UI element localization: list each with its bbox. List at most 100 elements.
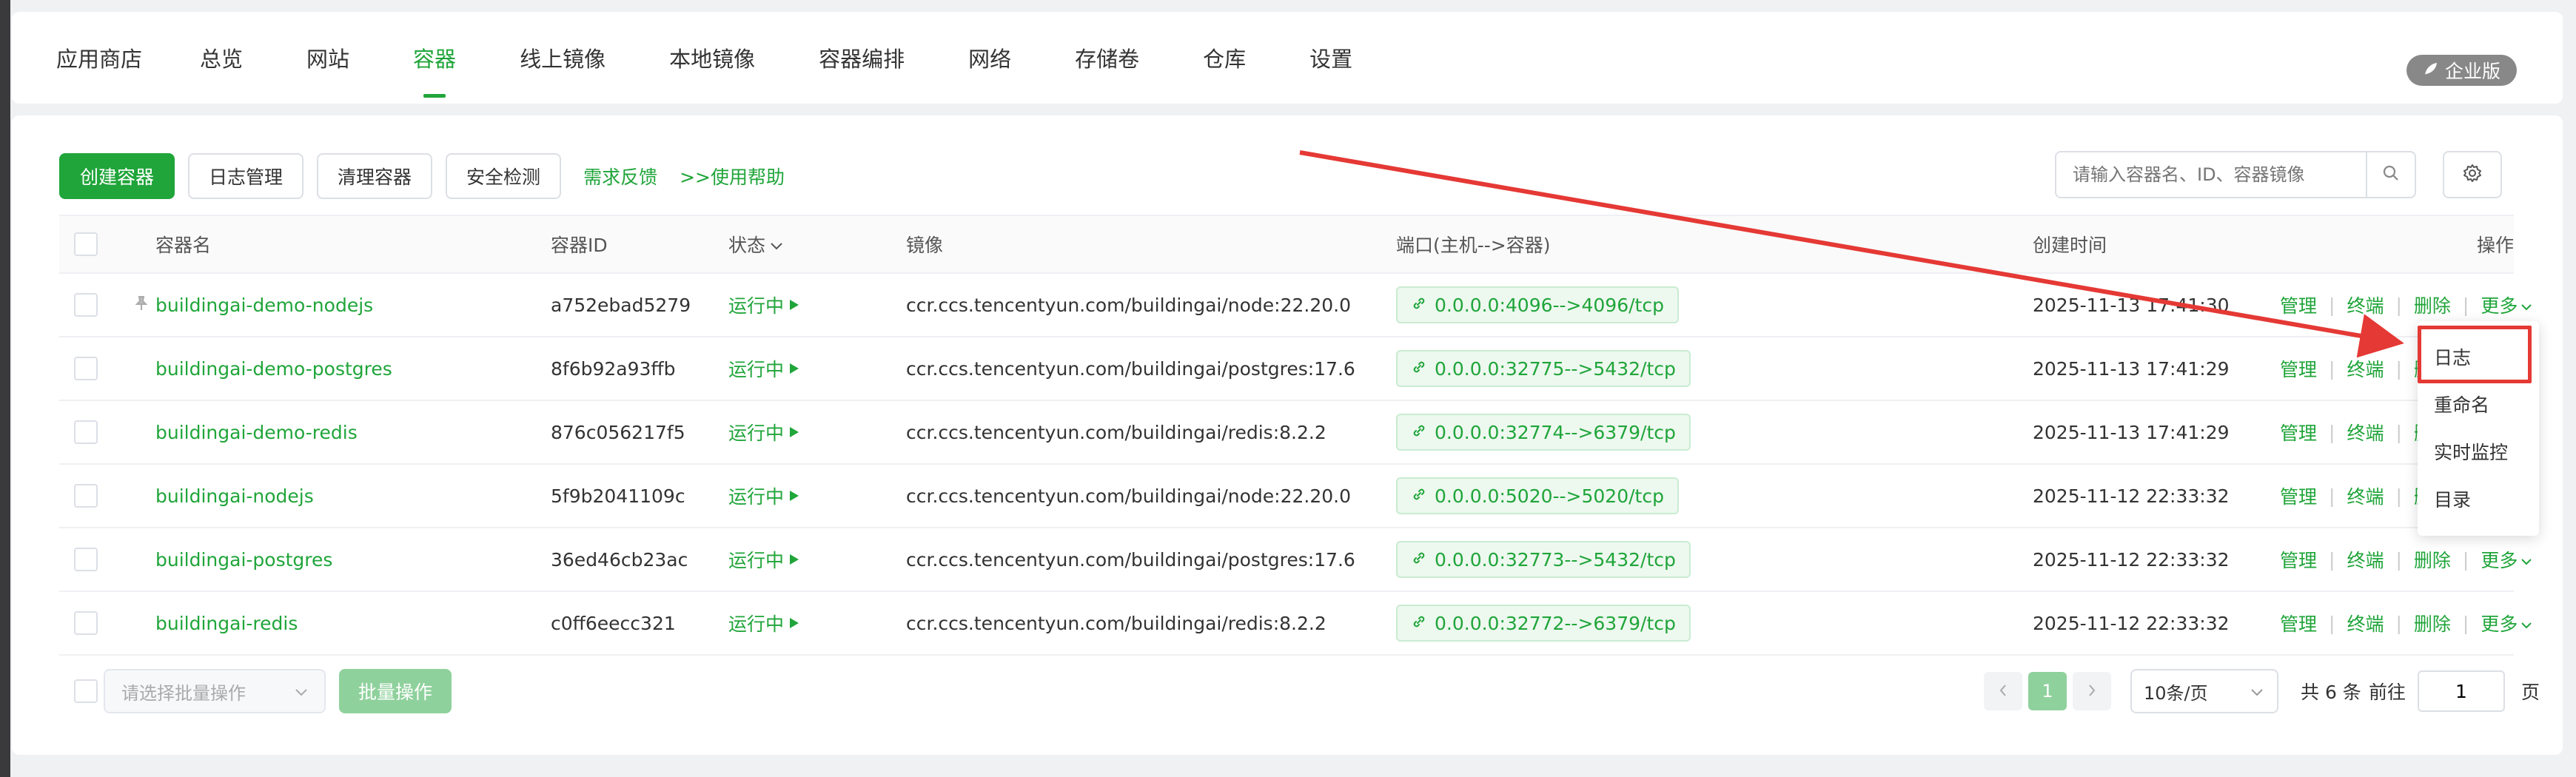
terminal-link[interactable]: 终端: [2347, 610, 2384, 636]
more-link[interactable]: 更多: [2481, 292, 2532, 318]
feedback-link[interactable]: 需求反馈: [583, 163, 657, 189]
next-page-button[interactable]: [2073, 672, 2111, 710]
manage-link[interactable]: 管理: [2280, 419, 2317, 445]
container-name[interactable]: buildingai-redis: [155, 592, 298, 654]
clean-container-button[interactable]: 清理容器: [317, 153, 433, 199]
terminal-link[interactable]: 终端: [2347, 292, 2384, 318]
prev-page-button[interactable]: [1984, 672, 2022, 710]
status-label: 运行中: [728, 295, 785, 317]
status-running[interactable]: 运行中: [728, 355, 800, 382]
batch-operation-select[interactable]: 请选择批量操作: [104, 669, 326, 713]
nav-app-store[interactable]: 应用商店: [56, 12, 142, 104]
row-checkbox[interactable]: [74, 548, 98, 571]
container-name[interactable]: buildingai-demo-redis: [155, 401, 358, 463]
manage-link[interactable]: 管理: [2280, 546, 2317, 573]
container-name[interactable]: buildingai-nodejs: [155, 465, 314, 527]
chevron-down-icon: [2520, 295, 2532, 316]
row-checkbox[interactable]: [74, 357, 98, 380]
container-id: 876c056217f5: [551, 421, 685, 443]
status-running[interactable]: 运行中: [728, 546, 800, 573]
manage-link[interactable]: 管理: [2280, 482, 2317, 509]
row-checkbox[interactable]: [74, 611, 98, 635]
separator: |: [2462, 548, 2469, 571]
create-container-button[interactable]: 创建容器: [59, 153, 175, 199]
port-tag[interactable]: 0.0.0.0:4096-->4096/tcp: [1396, 286, 1679, 323]
separator: |: [2329, 421, 2335, 443]
status-running[interactable]: 运行中: [728, 482, 800, 509]
nav-registry[interactable]: 仓库: [1203, 12, 1246, 104]
manage-link[interactable]: 管理: [2280, 610, 2317, 636]
page-size-select[interactable]: 10条/页: [2130, 669, 2278, 713]
enterprise-badge[interactable]: 企业版: [2406, 55, 2517, 86]
status-running[interactable]: 运行中: [728, 419, 800, 445]
status-running[interactable]: 运行中: [728, 292, 800, 318]
row-checkbox[interactable]: [74, 484, 98, 508]
batch-operation-button[interactable]: 批量操作: [339, 669, 452, 713]
header-status-label: 状态: [728, 235, 766, 256]
separator: |: [2462, 294, 2469, 316]
container-name[interactable]: buildingai-demo-nodejs: [155, 274, 373, 336]
created-time: 2025-11-13 17:41:30: [2033, 294, 2230, 316]
header-id: 容器ID: [551, 235, 608, 256]
delete-link[interactable]: 删除: [2414, 546, 2451, 573]
terminal-link[interactable]: 终端: [2347, 355, 2384, 382]
manage-link[interactable]: 管理: [2280, 292, 2317, 318]
nav-website[interactable]: 网站: [306, 12, 349, 104]
security-check-button[interactable]: 安全检测: [446, 153, 562, 199]
nav-online-images[interactable]: 线上镜像: [520, 12, 606, 104]
nav-compose[interactable]: 容器编排: [819, 12, 905, 104]
search-button[interactable]: [2366, 152, 2415, 197]
container-name[interactable]: buildingai-demo-postgres: [155, 337, 392, 400]
table-row: buildingai-demo-nodejs a752ebad5279 运行中 ccr…: [59, 274, 2532, 337]
container-name[interactable]: buildingai-postgres: [155, 528, 332, 591]
nav-local-images[interactable]: 本地镜像: [669, 12, 755, 104]
port-mapping: 0.0.0.0:32772-->6379/tcp: [1435, 612, 1676, 634]
row-checkbox[interactable]: [74, 420, 98, 444]
footer-select-all-checkbox[interactable]: [74, 679, 98, 703]
port-tag[interactable]: 0.0.0.0:32774-->6379/tcp: [1396, 414, 1691, 451]
nav-volumes[interactable]: 存储卷: [1075, 12, 1139, 104]
nav-container[interactable]: 容器: [413, 12, 456, 104]
port-tag[interactable]: 0.0.0.0:32772-->6379/tcp: [1396, 605, 1691, 642]
dropdown-item-monitor[interactable]: 实时监控: [2418, 429, 2539, 474]
separator: |: [2395, 485, 2402, 507]
play-icon: [788, 485, 800, 507]
chevron-down-icon: [295, 681, 308, 702]
nav-network[interactable]: 网络: [968, 12, 1011, 104]
more-link[interactable]: 更多: [2481, 610, 2532, 636]
log-management-button[interactable]: 日志管理: [188, 153, 304, 199]
separator: |: [2395, 421, 2402, 443]
gear-icon: [2461, 162, 2483, 187]
nav-settings[interactable]: 设置: [1309, 12, 1352, 104]
delete-link[interactable]: 删除: [2414, 292, 2451, 318]
port-tag[interactable]: 0.0.0.0:32775-->5432/tcp: [1396, 350, 1691, 387]
column-settings-button[interactable]: [2443, 151, 2502, 198]
port-tag[interactable]: 0.0.0.0:5020-->5020/tcp: [1396, 477, 1679, 514]
status-label: 运行中: [728, 423, 785, 444]
terminal-link[interactable]: 终端: [2347, 546, 2384, 573]
manage-link[interactable]: 管理: [2280, 355, 2317, 382]
play-icon: [788, 549, 800, 571]
port-tag[interactable]: 0.0.0.0:32773-->5432/tcp: [1396, 541, 1691, 578]
pin-icon[interactable]: [133, 295, 150, 316]
chevron-right-icon: [2087, 681, 2096, 702]
table-header: 容器名 容器ID 状态 镜像 端口(主机-->容器) 创建时间 操作: [59, 215, 2514, 274]
search-input[interactable]: [2056, 153, 2367, 196]
dropdown-item-directory[interactable]: 目录: [2418, 477, 2539, 521]
goto-page-input[interactable]: [2418, 670, 2505, 712]
page-1-button[interactable]: 1: [2028, 672, 2067, 710]
dropdown-item-rename[interactable]: 重命名: [2418, 382, 2539, 426]
port-mapping: 0.0.0.0:5020-->5020/tcp: [1435, 485, 1664, 507]
link-icon: [1411, 358, 1427, 380]
select-all-checkbox[interactable]: [74, 232, 98, 256]
nav-overview[interactable]: 总览: [200, 12, 243, 104]
row-checkbox[interactable]: [74, 293, 98, 317]
help-link[interactable]: >>使用帮助: [680, 163, 785, 189]
terminal-link[interactable]: 终端: [2347, 419, 2384, 445]
play-icon: [788, 358, 800, 380]
status-running[interactable]: 运行中: [728, 610, 800, 636]
header-status[interactable]: 状态: [728, 216, 783, 272]
terminal-link[interactable]: 终端: [2347, 482, 2384, 509]
more-link[interactable]: 更多: [2481, 546, 2532, 573]
delete-link[interactable]: 删除: [2414, 610, 2451, 636]
